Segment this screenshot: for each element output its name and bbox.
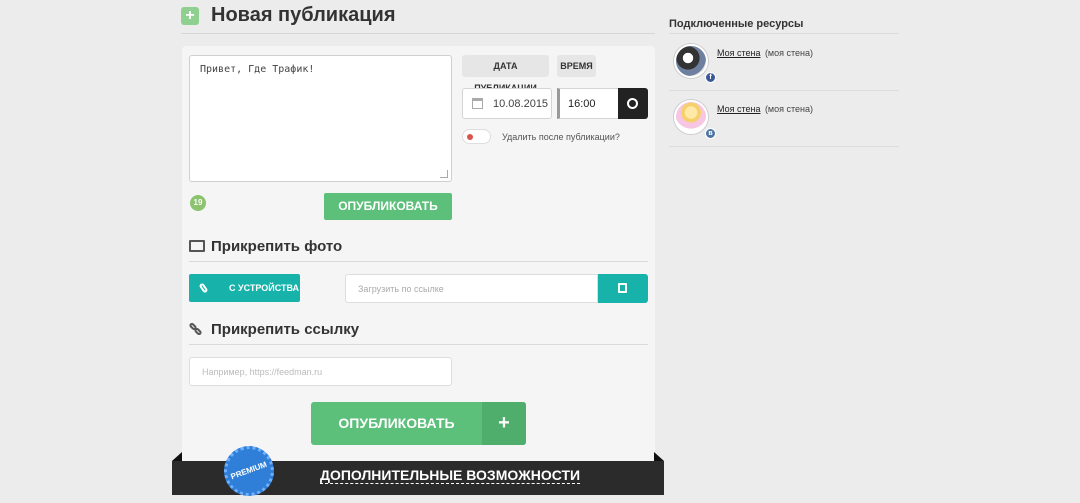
facebook-icon: f xyxy=(705,72,716,83)
avatar[interactable] xyxy=(674,44,708,78)
upload-from-device-label: С УСТРОЙСТВА xyxy=(229,283,300,293)
toggle-knob xyxy=(467,134,473,140)
copy-icon xyxy=(618,283,627,293)
paperclip-icon xyxy=(198,282,209,294)
upload-from-device-button[interactable]: С УСТРОЙСТВА xyxy=(189,274,300,302)
time-value: 16:00 xyxy=(568,98,596,110)
link-icon xyxy=(189,322,203,336)
publish-button[interactable]: ОПУБЛИКОВАТЬ xyxy=(324,193,452,220)
section-divider xyxy=(189,344,648,345)
attach-photo-title: Прикрепить фото xyxy=(211,238,343,255)
resource-item: Моя стена (моя стена) xyxy=(717,43,813,61)
plus-icon[interactable]: + xyxy=(482,402,526,445)
calendar-icon xyxy=(472,98,483,109)
time-label: ВРЕМЯ xyxy=(557,55,596,77)
message-textarea[interactable]: Привет, Где Трафик! xyxy=(189,55,452,182)
date-value: 10.08.2015 xyxy=(493,98,549,110)
time-field[interactable]: 16:00 xyxy=(557,88,619,119)
delete-after-label: Удалить после публикации? xyxy=(502,132,620,142)
resize-grip-icon[interactable] xyxy=(440,170,448,178)
sidebar-divider xyxy=(669,90,899,91)
section-divider xyxy=(189,261,648,262)
sidebar-divider xyxy=(669,146,899,147)
attach-link-title: Прикрепить ссылку xyxy=(211,321,360,338)
vk-icon: в xyxy=(705,128,716,139)
resource-link[interactable]: Моя стена xyxy=(717,104,760,114)
plus-icon: + xyxy=(181,7,199,25)
ribbon-corner xyxy=(172,452,182,461)
publish-main-button[interactable]: ОПУБЛИКОВАТЬ + xyxy=(311,402,526,445)
message-text: Привет, Где Трафик! xyxy=(200,64,315,75)
image-icon xyxy=(189,240,205,252)
photo-url-input[interactable]: Загрузить по ссылке xyxy=(345,274,598,303)
char-counter-badge: 19 xyxy=(190,195,206,211)
date-field[interactable]: 10.08.2015 xyxy=(462,88,552,119)
resource-link[interactable]: Моя стена xyxy=(717,48,760,58)
ribbon-corner xyxy=(654,452,664,461)
resource-sub: (моя стена) xyxy=(764,48,814,58)
title-divider xyxy=(181,33,655,34)
clock-button[interactable] xyxy=(618,88,648,119)
sidebar-divider xyxy=(669,33,899,34)
date-label: ДАТА ПУБЛИКАЦИИ xyxy=(462,55,549,93)
page-title: Новая публикация xyxy=(211,4,396,26)
extra-features-label[interactable]: ДОПОЛНИТЕЛЬНЫЕ ВОЗМОЖНОСТИ xyxy=(320,467,581,484)
sidebar-title: Подключенные ресурсы xyxy=(669,18,804,30)
resource-sub: (моя стена) xyxy=(764,104,814,114)
clock-icon xyxy=(627,98,638,109)
publish-main-label: ОПУБЛИКОВАТЬ xyxy=(338,415,455,431)
avatar[interactable] xyxy=(674,100,708,134)
load-url-button[interactable] xyxy=(598,274,648,303)
resource-item: Моя стена (моя стена) xyxy=(717,99,813,117)
link-input[interactable]: Например, https://feedman.ru xyxy=(189,357,452,386)
delete-after-toggle[interactable] xyxy=(462,129,491,144)
